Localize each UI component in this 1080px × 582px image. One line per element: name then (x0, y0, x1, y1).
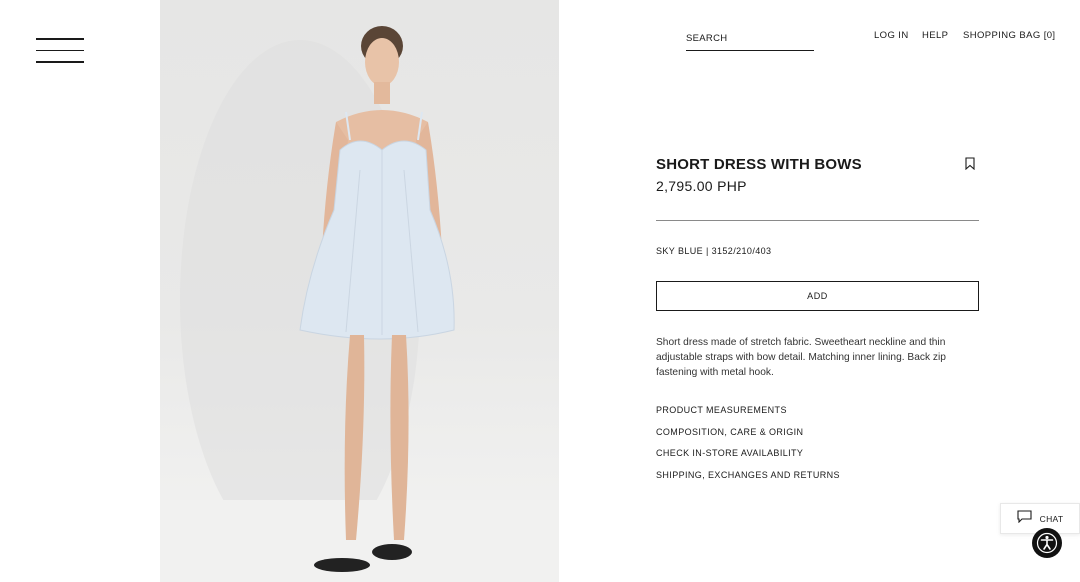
accessibility-button[interactable] (1032, 528, 1062, 558)
shipping-exchanges-returns-link[interactable]: SHIPPING, EXCHANGES AND RETURNS (656, 470, 840, 480)
accessibility-icon (1036, 532, 1058, 554)
chat-label: CHAT (1039, 513, 1064, 524)
color-reference: SKY BLUE | 3152/210/403 (656, 246, 772, 256)
search-input[interactable] (686, 33, 814, 44)
product-description: Short dress made of stretch fabric. Swee… (656, 337, 946, 378)
login-link[interactable]: LOG IN (874, 30, 909, 41)
help-link[interactable]: HELP (922, 30, 948, 41)
product-image[interactable] (160, 0, 559, 582)
model-photo-illustration (160, 26, 559, 582)
bookmark-icon[interactable] (964, 157, 976, 171)
add-to-bag-button[interactable]: ADD (656, 281, 979, 311)
menu-line (36, 38, 84, 40)
menu-button[interactable] (36, 38, 84, 64)
menu-line (36, 49, 84, 51)
composition-care-origin-link[interactable]: COMPOSITION, CARE & ORIGIN (656, 427, 803, 437)
shopping-bag-link[interactable]: SHOPPING BAG [0] (963, 30, 1055, 41)
divider (656, 220, 979, 221)
product-title: SHORT DRESS WITH BOWS (656, 156, 862, 173)
product-measurements-link[interactable]: PRODUCT MEASUREMENTS (656, 405, 787, 415)
product-price: 2,795.00 PHP (656, 178, 747, 194)
chat-bubble-icon (1017, 509, 1032, 528)
check-in-store-availability-link[interactable]: CHECK IN-STORE AVAILABILITY (656, 448, 803, 458)
menu-line (36, 61, 84, 63)
search-field[interactable] (686, 28, 814, 51)
